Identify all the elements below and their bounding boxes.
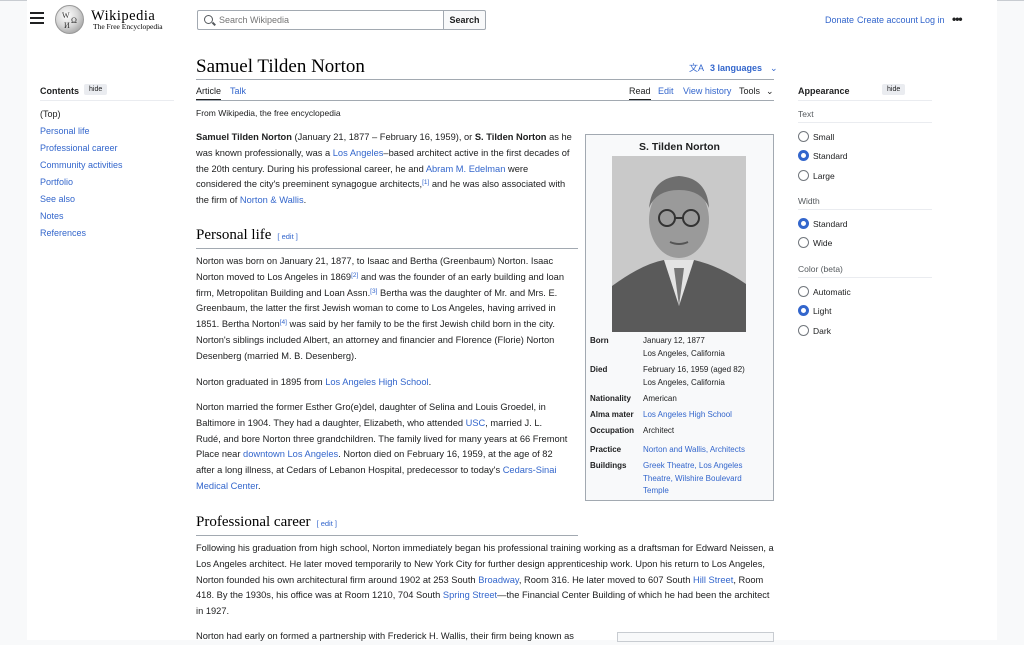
logo-tagline: The Free Encyclopedia	[93, 22, 163, 31]
radio-color-automatic[interactable]	[798, 286, 809, 297]
tab-talk[interactable]: Talk	[230, 86, 246, 96]
title-divider	[196, 79, 774, 80]
link-spring-street[interactable]: Spring Street	[443, 590, 497, 600]
link-buildings[interactable]: Greek Theatre, Los Angeles Theatre, Wils…	[643, 460, 768, 498]
main-menu-icon[interactable]	[30, 12, 44, 24]
radio-width-wide[interactable]	[798, 237, 809, 248]
section-heading-professional-career: Professional career[ edit ]	[196, 514, 337, 530]
log-in-link[interactable]: Log in	[920, 15, 945, 25]
tab-read[interactable]: Read	[629, 86, 651, 101]
radio-label: Light	[813, 306, 832, 316]
edit-section-link[interactable]: [ edit ]	[317, 519, 337, 528]
toc-item-top[interactable]: (Top)	[40, 109, 61, 119]
radio-width-standard[interactable]	[798, 218, 809, 229]
search-button[interactable]: Search	[443, 10, 486, 30]
appearance-divider	[798, 209, 932, 210]
search-icon	[204, 15, 213, 24]
portrait-photo[interactable]	[612, 156, 746, 332]
link-los-angeles[interactable]: Los Angeles	[333, 148, 384, 158]
toc-item-notes[interactable]: Notes	[40, 211, 64, 221]
translate-icon: 文A	[689, 63, 705, 73]
tools-menu[interactable]: Tools ⌄	[739, 86, 774, 97]
toc-item-professional-career[interactable]: Professional career	[40, 143, 118, 153]
citation-1[interactable]: [1]	[422, 179, 429, 187]
radio-color-dark[interactable]	[798, 325, 809, 336]
edit-section-link[interactable]: [ edit ]	[277, 232, 297, 241]
create-account-link[interactable]: Create account	[857, 15, 918, 25]
radio-label: Automatic	[813, 287, 851, 297]
personal-paragraph-3: Norton married the former Esther Gro(e)d…	[196, 402, 568, 491]
link-alma-mater[interactable]: Los Angeles High School	[643, 409, 768, 422]
toc-item-see-also[interactable]: See also	[40, 194, 75, 204]
page-title: Samuel Tilden Norton	[196, 56, 365, 77]
toc-hide-button[interactable]: hide	[84, 84, 108, 95]
more-options-icon[interactable]: •••	[952, 12, 963, 26]
link-cedars-sinai[interactable]: Cedars-Sinai Medical Center	[196, 465, 556, 491]
section-divider	[196, 535, 578, 536]
toc-item-community-activities[interactable]: Community activities	[40, 160, 123, 170]
appearance-title: Appearance	[798, 86, 850, 96]
radio-text-standard[interactable]	[798, 150, 809, 161]
link-broadway[interactable]: Broadway	[478, 575, 519, 585]
radio-label: Dark	[813, 326, 831, 336]
donate-link[interactable]: Donate	[825, 15, 854, 25]
color-label: Color (beta)	[798, 264, 843, 274]
toc-title: Contents	[40, 86, 79, 96]
professional-paragraph-1: Following his graduation from high schoo…	[196, 543, 774, 617]
citation-4[interactable]: [4]	[280, 319, 287, 326]
link-practice[interactable]: Norton and Wallis, Architects	[643, 444, 768, 457]
radio-label: Standard	[813, 151, 848, 161]
infobox: S. Tilden Norton Born January 12, 1877 Lo…	[585, 134, 774, 501]
radio-color-light[interactable]	[798, 305, 809, 316]
section-divider	[196, 248, 578, 249]
section-heading-personal-life: Personal life[ edit ]	[196, 227, 298, 243]
link-norton-wallis[interactable]: Norton & Wallis	[240, 195, 304, 205]
wikipedia-logo[interactable]: WΩИ	[55, 5, 84, 34]
tab-edit[interactable]: Edit	[658, 86, 674, 96]
citation-3[interactable]: [3]	[370, 288, 377, 295]
tabs-divider	[196, 100, 774, 101]
radio-label: Standard	[813, 219, 848, 229]
portrait-image	[612, 156, 746, 332]
width-label: Width	[798, 196, 820, 206]
radio-text-large[interactable]	[798, 170, 809, 181]
toc-item-personal-life[interactable]: Personal life	[40, 126, 90, 136]
tab-article[interactable]: Article	[196, 86, 222, 101]
appearance-hide-button[interactable]: hide	[882, 84, 906, 95]
image-thumbnail[interactable]	[617, 632, 774, 642]
search-input[interactable]	[219, 13, 439, 27]
personal-paragraph-1: Norton was born on January 21, 1877, to …	[196, 256, 565, 361]
language-selector[interactable]: 文A 3 languages ⌄	[689, 61, 778, 74]
radio-label: Small	[813, 132, 835, 142]
radio-label: Large	[813, 171, 835, 181]
from-wikipedia: From Wikipedia, the free encyclopedia	[196, 108, 341, 118]
toc-divider	[40, 100, 174, 101]
chevron-down-icon: ⌄	[770, 63, 778, 73]
lead-paragraph: Samuel Tilden Norton (January 21, 1877 –…	[196, 132, 572, 206]
appearance-divider	[798, 122, 932, 123]
citation-2[interactable]: [2]	[351, 272, 358, 279]
professional-paragraph-2: Norton had early on formed a partnership…	[196, 631, 574, 641]
link-usc[interactable]: USC	[466, 418, 486, 428]
appearance-divider	[798, 277, 932, 278]
link-la-high-school[interactable]: Los Angeles High School	[325, 377, 428, 387]
search-box[interactable]	[197, 10, 445, 30]
link-downtown-la[interactable]: downtown Los Angeles	[243, 449, 338, 459]
tab-view-history[interactable]: View history	[683, 86, 731, 96]
text-size-label: Text	[798, 109, 814, 119]
link-hill-street[interactable]: Hill Street	[693, 575, 733, 585]
link-abram-edelman[interactable]: Abram M. Edelman	[426, 164, 506, 174]
infobox-title: S. Tilden Norton	[639, 141, 720, 153]
radio-text-small[interactable]	[798, 131, 809, 142]
chevron-down-icon: ⌄	[766, 86, 774, 96]
radio-label: Wide	[813, 238, 833, 248]
toc-item-references[interactable]: References	[40, 228, 86, 238]
personal-paragraph-2: Norton graduated in 1895 from Los Angele…	[196, 377, 432, 387]
appearance-divider	[798, 100, 932, 101]
toc-item-portfolio[interactable]: Portfolio	[40, 177, 73, 187]
